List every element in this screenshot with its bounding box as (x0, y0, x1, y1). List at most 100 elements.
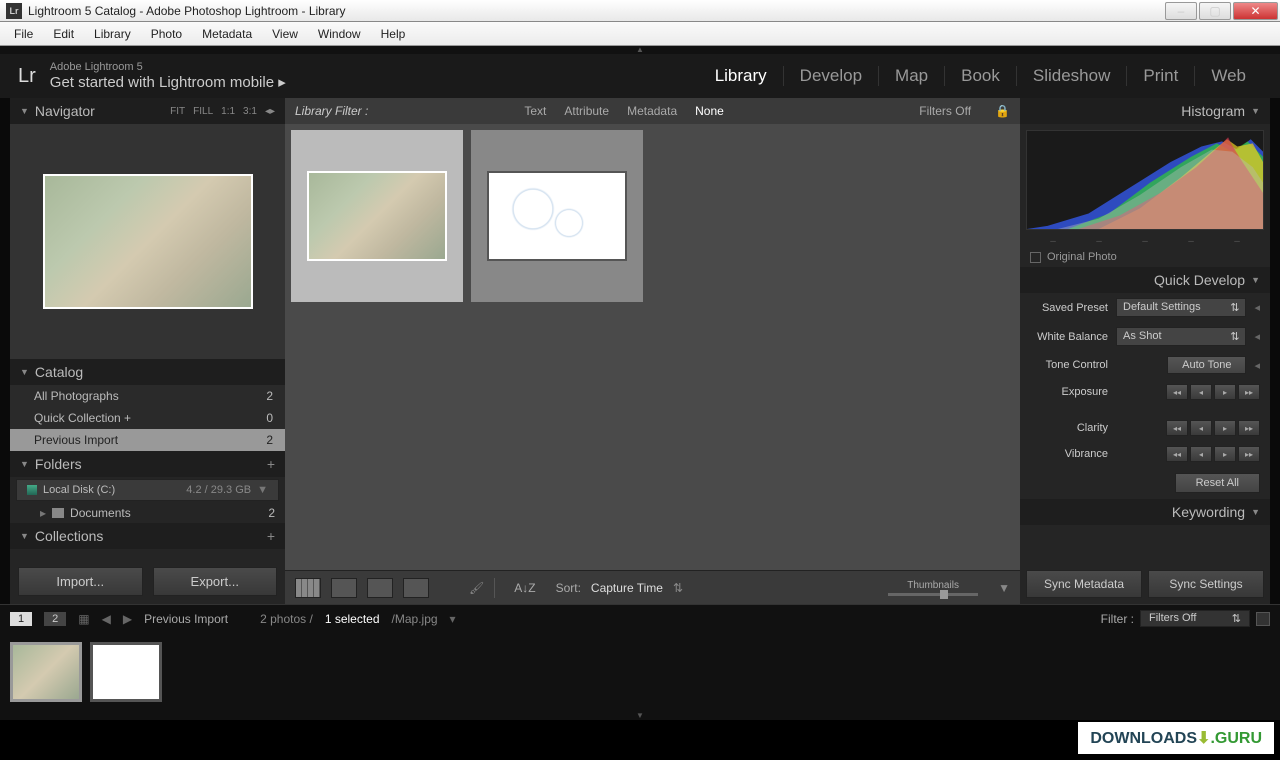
import-button[interactable]: Import... (18, 567, 143, 596)
filter-attribute[interactable]: Attribute (564, 104, 609, 118)
collections-title: Collections (35, 528, 103, 544)
center-panel: Library Filter : Text Attribute Metadata… (285, 98, 1020, 604)
grid-thumbnail-1[interactable] (291, 130, 463, 302)
photo-count: 2 photos / (260, 612, 313, 626)
current-file: /Map.jpg (392, 612, 438, 626)
view-survey-icon[interactable] (403, 578, 429, 598)
collapse-icon: ▼ (20, 367, 29, 377)
bottom-panel-revealer[interactable]: ▼ (0, 712, 1280, 720)
left-edge-revealer[interactable] (0, 98, 10, 604)
filmstrip[interactable] (0, 632, 1280, 712)
filter-preset-select[interactable]: Filters Off⇅ (1140, 610, 1250, 627)
filmstrip-thumb-2[interactable] (90, 642, 162, 702)
view-loupe-icon[interactable] (331, 578, 357, 598)
auto-tone-button[interactable]: Auto Tone (1167, 356, 1246, 374)
menu-window[interactable]: Window (308, 24, 371, 44)
catalog-header[interactable]: ▼ Catalog (10, 359, 285, 385)
menu-metadata[interactable]: Metadata (192, 24, 262, 44)
white-balance-select[interactable]: As Shot⇅ (1116, 327, 1246, 346)
original-photo-toggle[interactable]: Original Photo (1020, 247, 1270, 267)
menubar: File Edit Library Photo Metadata View Wi… (0, 22, 1280, 46)
vibrance-stepper[interactable]: ◂◂◂▸▸▸ (1166, 446, 1260, 462)
add-collection-icon[interactable]: + (267, 528, 275, 544)
preview-image (45, 176, 251, 307)
window-maximize-button[interactable]: ▢ (1199, 2, 1231, 20)
filter-text[interactable]: Text (524, 104, 546, 118)
breadcrumb-dropdown-icon[interactable]: ▾ (450, 612, 456, 626)
module-map[interactable]: Map (878, 66, 944, 86)
module-slideshow[interactable]: Slideshow (1016, 66, 1127, 86)
zoom-fill[interactable]: FILL (193, 106, 213, 117)
filters-off-label[interactable]: Filters Off (919, 104, 971, 118)
sort-label: Sort: (556, 581, 581, 595)
exposure-stepper[interactable]: ◂◂◂▸▸▸ (1166, 384, 1260, 400)
expand-icon[interactable]: ◂ (1254, 359, 1260, 372)
view-compare-icon[interactable] (367, 578, 393, 598)
clarity-stepper[interactable]: ◂◂◂▸▸▸ (1166, 420, 1260, 436)
sort-value[interactable]: Capture Time (591, 581, 663, 595)
saved-preset-select[interactable]: Default Settings⇅ (1116, 298, 1246, 317)
expand-icon[interactable]: ◂ (1254, 301, 1260, 314)
breadcrumb[interactable]: Previous Import (144, 612, 228, 626)
top-panel-revealer[interactable]: ▲ (0, 46, 1280, 54)
reset-all-button[interactable]: Reset All (1175, 473, 1260, 493)
navigator-preview[interactable] (10, 124, 285, 359)
toolbar-menu-icon[interactable]: ▼ (998, 581, 1010, 595)
grid-thumbnail-2[interactable] (471, 130, 643, 302)
sync-metadata-button[interactable]: Sync Metadata (1026, 570, 1142, 598)
catalog-all-photographs[interactable]: All Photographs2 (10, 385, 285, 407)
catalog-previous-import[interactable]: Previous Import2 (10, 429, 285, 451)
expand-icon[interactable]: ◂ (1254, 330, 1260, 343)
menu-edit[interactable]: Edit (43, 24, 84, 44)
module-web[interactable]: Web (1194, 66, 1262, 86)
filmstrip-thumb-1[interactable] (10, 642, 82, 702)
menu-library[interactable]: Library (84, 24, 141, 44)
collections-header[interactable]: ▼ Collections + (10, 523, 285, 549)
app-logo: Lr (18, 65, 36, 88)
view-grid-icon[interactable] (295, 578, 321, 598)
module-print[interactable]: Print (1126, 66, 1194, 86)
zoom-3-1[interactable]: 3:1 (243, 106, 257, 117)
module-develop[interactable]: Develop (783, 66, 878, 86)
folder-documents[interactable]: ▸ Documents 2 (10, 503, 285, 523)
add-folder-icon[interactable]: + (267, 456, 275, 472)
nav-forward-icon[interactable]: ▶ (123, 612, 132, 626)
filter-switch-icon[interactable] (1256, 612, 1270, 626)
menu-view[interactable]: View (262, 24, 308, 44)
page-indicator-1[interactable]: 1 (10, 612, 32, 626)
histogram-header[interactable]: Histogram ▼ (1020, 98, 1270, 124)
window-minimize-button[interactable]: – (1165, 2, 1197, 20)
mobile-tagline[interactable]: Get started with Lightroom mobile ▸ (50, 73, 286, 91)
zoom-fit[interactable]: FIT (170, 106, 185, 117)
nav-back-icon[interactable]: ◀ (102, 612, 111, 626)
grid-toolbar: 🖌 A↓Z Sort: Capture Time ⇅ Thumbnails ▼ (285, 570, 1020, 604)
export-button[interactable]: Export... (153, 567, 278, 596)
watermark: DOWNLOADS⬇.GURU (1078, 722, 1274, 754)
zoom-dropdown-icon[interactable]: ◂▸ (265, 106, 275, 117)
keywording-header[interactable]: Keywording ▼ (1020, 499, 1270, 525)
folders-header[interactable]: ▼ Folders + (10, 451, 285, 477)
folders-disk[interactable]: Local Disk (C:) 4.2 / 29.3 GB ▼ (16, 479, 279, 501)
thumbnail-grid[interactable] (285, 124, 1020, 570)
navigator-header[interactable]: ▼ Navigator FIT FILL 1:1 3:1 ◂▸ (10, 98, 285, 124)
zoom-1-1[interactable]: 1:1 (221, 106, 235, 117)
grid-toggle-icon[interactable]: ▦ (78, 612, 89, 626)
menu-photo[interactable]: Photo (141, 24, 192, 44)
module-book[interactable]: Book (944, 66, 1016, 86)
right-edge-revealer[interactable] (1270, 98, 1280, 604)
window-close-button[interactable]: ✕ (1233, 2, 1278, 20)
module-library[interactable]: Library (699, 66, 783, 86)
quick-develop-header[interactable]: Quick Develop ▼ (1020, 267, 1270, 293)
filter-lock-icon[interactable]: 🔒 (995, 104, 1010, 118)
sort-direction-icon[interactable]: A↓Z (514, 581, 535, 595)
catalog-quick-collection[interactable]: Quick Collection +0 (10, 407, 285, 429)
filter-none[interactable]: None (695, 104, 724, 118)
filter-metadata[interactable]: Metadata (627, 104, 677, 118)
thumbnail-size-slider[interactable]: Thumbnails (888, 580, 978, 596)
painter-icon[interactable]: 🖌 (469, 581, 484, 595)
sort-dropdown-icon[interactable]: ⇅ (673, 581, 683, 595)
page-indicator-2[interactable]: 2 (44, 612, 66, 626)
menu-help[interactable]: Help (371, 24, 416, 44)
menu-file[interactable]: File (4, 24, 43, 44)
sync-settings-button[interactable]: Sync Settings (1148, 570, 1264, 598)
